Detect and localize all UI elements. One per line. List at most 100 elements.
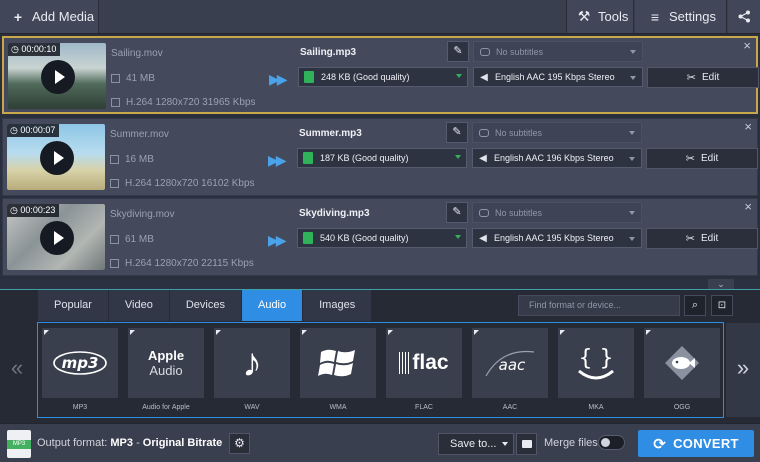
top-toolbar: + Add Media ⚒ Tools ≡ Settings xyxy=(0,0,760,34)
tools-label: Tools xyxy=(598,9,629,24)
file-row-skydiving[interactable]: ◷ 00:00:23 Skydiving.mov 61 MB H.264 128… xyxy=(2,198,758,276)
tab-popular[interactable]: Popular xyxy=(38,290,109,321)
scissors-icon: ✂ xyxy=(686,72,696,84)
source-codec: H.264 1280x720 31965 Kbps xyxy=(111,97,256,108)
chevron-down-icon xyxy=(455,155,461,159)
duration-badge: ◷ 00:00:10 xyxy=(8,43,61,56)
file-list: ◷ 00:00:10 Sailing.mov 41 MB H.264 1280x… xyxy=(0,34,760,278)
flac-logo: flac xyxy=(386,328,462,398)
save-to-dropdown[interactable]: Save to... xyxy=(438,433,514,455)
audio-track-dropdown[interactable]: ◀ English AAC 195 Kbps Stereo xyxy=(473,67,643,87)
settings-button[interactable]: ≡ Settings xyxy=(635,0,727,33)
audio-file-icon xyxy=(303,232,313,244)
format-item-ogg[interactable]: OGG xyxy=(644,328,720,414)
speaker-icon: ◀ xyxy=(479,232,487,244)
play-icon[interactable] xyxy=(40,141,74,175)
audio-track-dropdown[interactable]: ◀ English AAC 196 Kbps Stereo xyxy=(472,148,642,168)
video-codec-icon xyxy=(110,259,119,268)
merge-files-label: Merge files: xyxy=(544,437,601,449)
format-item-wav[interactable]: ♪ WAV xyxy=(214,328,290,414)
format-search-input[interactable]: Find format or device... xyxy=(518,295,680,316)
tools-button[interactable]: ⚒ Tools xyxy=(566,0,634,33)
tab-video[interactable]: Video xyxy=(108,290,170,321)
output-format-icon[interactable]: MP3 xyxy=(7,430,31,458)
equalizer-bars-icon xyxy=(399,352,410,374)
file-size-icon xyxy=(111,74,120,83)
format-tabs: Popular Video Devices Audio Images xyxy=(38,290,373,321)
subtitles-dropdown[interactable]: No subtitles xyxy=(472,122,642,143)
play-icon[interactable] xyxy=(40,221,74,255)
edit-button[interactable]: ✂ Edit xyxy=(646,148,758,169)
rename-pencil-icon[interactable]: ✎ xyxy=(446,122,468,143)
format-item-wma[interactable]: WMA xyxy=(300,328,376,414)
subtitles-dropdown[interactable]: No subtitles xyxy=(472,202,642,223)
output-filename[interactable]: Skydiving.mp3 xyxy=(299,208,370,219)
quality-dropdown[interactable]: 540 KB (Good quality) xyxy=(297,228,467,248)
format-label: WAV xyxy=(244,404,260,411)
video-thumbnail[interactable]: ◷ 00:00:10 xyxy=(8,43,106,109)
convert-arrow-icon: ▶▶ xyxy=(269,71,287,87)
play-icon[interactable] xyxy=(41,60,75,94)
format-item-apple[interactable]: Apple Audio Audio for Apple xyxy=(128,328,204,414)
speech-bubble-icon xyxy=(480,47,490,56)
format-label: AAC xyxy=(502,404,518,411)
scroll-right-icon[interactable]: » xyxy=(726,323,760,417)
duration-badge: ◷ 00:00:07 xyxy=(7,124,60,137)
refresh-icon: ⟳ xyxy=(653,435,667,453)
subtitles-dropdown[interactable]: No subtitles xyxy=(473,41,643,62)
duration-text: 00:00:07 xyxy=(20,125,56,135)
file-row-sailing[interactable]: ◷ 00:00:10 Sailing.mov 41 MB H.264 1280x… xyxy=(2,36,759,114)
detect-device-icon[interactable]: ⊡ xyxy=(711,295,733,316)
format-label: MP3 xyxy=(72,404,88,411)
merge-files-toggle[interactable] xyxy=(598,435,625,450)
format-item-aac[interactable]: aac AAC xyxy=(472,328,548,414)
format-item-mp3[interactable]: mp3 MP3 xyxy=(42,328,118,414)
scroll-left-icon[interactable]: « xyxy=(0,323,34,417)
tab-devices[interactable]: Devices xyxy=(169,290,242,321)
scissors-icon: ✂ xyxy=(685,233,695,245)
ogg-fish-logo xyxy=(644,328,720,398)
windows-logo-icon xyxy=(300,328,376,398)
format-label: MKA xyxy=(588,404,604,411)
output-format-text[interactable]: Output format: MP3 - Original Bitrate xyxy=(37,437,222,449)
output-filename[interactable]: Summer.mp3 xyxy=(299,128,362,139)
speech-bubble-icon xyxy=(479,128,489,137)
rename-pencil-icon[interactable]: ✎ xyxy=(446,202,468,223)
aac-tile-text: aac xyxy=(499,356,526,374)
folder-icon[interactable] xyxy=(516,433,537,455)
speaker-icon: ◀ xyxy=(480,71,488,83)
quality-dropdown[interactable]: 187 KB (Good quality) xyxy=(297,148,467,168)
duration-text: 00:00:10 xyxy=(21,44,57,54)
video-thumbnail[interactable]: ◷ 00:00:07 xyxy=(7,124,105,190)
quality-dropdown[interactable]: 248 KB (Good quality) xyxy=(298,67,468,87)
share-button[interactable] xyxy=(728,0,760,33)
audio-track-dropdown[interactable]: ◀ English AAC 195 Kbps Stereo xyxy=(472,228,642,248)
gear-icon[interactable]: ⚙ xyxy=(229,433,250,454)
remove-file-icon[interactable]: × xyxy=(743,38,751,53)
video-codec-icon xyxy=(111,98,120,107)
edit-button[interactable]: ✂ Edit xyxy=(646,228,758,249)
convert-arrow-icon: ▶▶ xyxy=(268,232,286,248)
svg-text:mp3: mp3 xyxy=(62,354,99,372)
remove-file-icon[interactable]: × xyxy=(744,119,752,134)
chevron-down-icon xyxy=(630,76,636,80)
add-media-button[interactable]: + Add Media xyxy=(0,0,99,33)
rename-pencil-icon[interactable]: ✎ xyxy=(447,41,469,62)
edit-button[interactable]: ✂ Edit xyxy=(647,67,759,88)
format-item-mka[interactable]: { } MKA xyxy=(558,328,634,414)
output-filename[interactable]: Sailing.mp3 xyxy=(300,47,356,58)
convert-button[interactable]: ⟳ CONVERT xyxy=(638,430,754,457)
video-thumbnail[interactable]: ◷ 00:00:23 xyxy=(7,204,105,270)
add-media-label: Add Media xyxy=(32,9,95,24)
remove-file-icon[interactable]: × xyxy=(744,199,752,214)
format-label: Audio for Apple xyxy=(142,404,190,411)
clock-icon: ◷ xyxy=(11,44,22,54)
format-item-flac[interactable]: flac FLAC xyxy=(386,328,462,414)
tab-images[interactable]: Images xyxy=(303,290,373,321)
search-icon[interactable]: ⌕ xyxy=(684,295,706,316)
file-row-summer[interactable]: ◷ 00:00:07 Summer.mov 16 MB H.264 1280x7… xyxy=(2,118,758,196)
chevron-down-icon xyxy=(629,237,635,241)
chevron-down-icon xyxy=(629,131,635,135)
file-size-icon xyxy=(110,235,119,244)
tab-audio[interactable]: Audio xyxy=(241,290,304,321)
